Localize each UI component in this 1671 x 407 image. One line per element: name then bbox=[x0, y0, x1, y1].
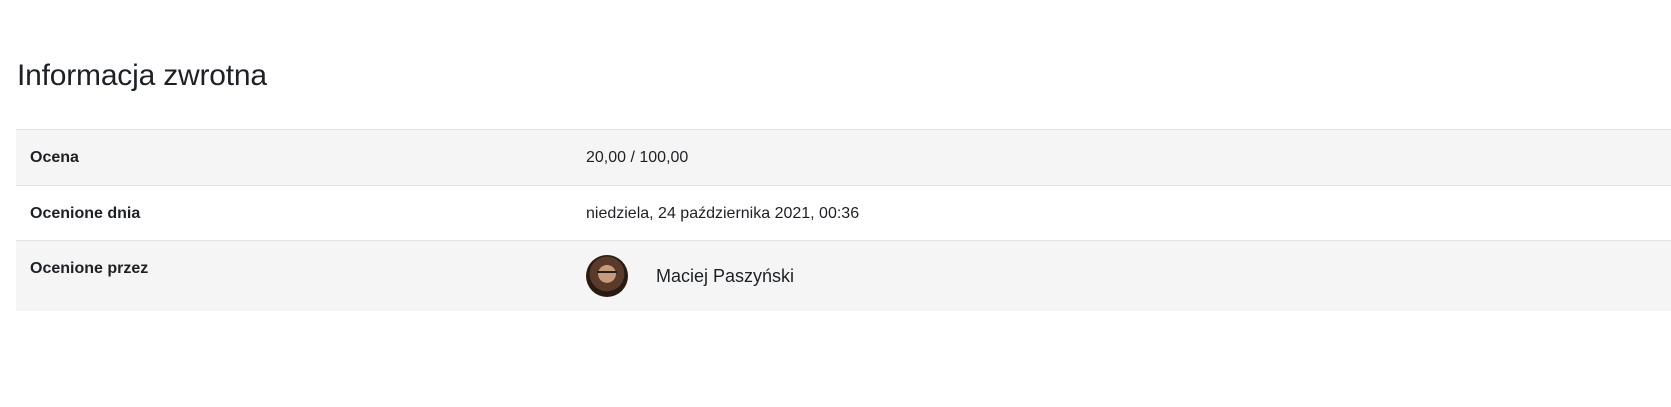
graded-by-label: Ocenione przez bbox=[30, 260, 149, 277]
table-row-graded-by: Ocenione przez Maciej Paszyński bbox=[16, 240, 1671, 311]
grade-value: 20,00 / 100,00 bbox=[586, 149, 689, 166]
table-row-grade: Ocena 20,00 / 100,00 bbox=[16, 129, 1671, 186]
table-row-graded-on: Ocenione dnia niedziela, 24 października… bbox=[16, 185, 1671, 241]
grader-name: Maciej Paszyński bbox=[656, 265, 795, 286]
avatar[interactable] bbox=[586, 255, 628, 297]
avatar-glasses-icon bbox=[597, 271, 617, 278]
grade-label: Ocena bbox=[30, 149, 79, 166]
graded-on-value: niedziela, 24 października 2021, 00:36 bbox=[586, 205, 860, 222]
graded-by-cell: Maciej Paszyński bbox=[572, 241, 1671, 311]
graded-on-label: Ocenione dnia bbox=[30, 205, 141, 222]
page-title: Informacja zwrotna bbox=[17, 59, 267, 92]
feedback-table: Ocena 20,00 / 100,00 Ocenione dnia niedz… bbox=[16, 129, 1671, 311]
grader-profile[interactable]: Maciej Paszyński bbox=[586, 255, 1671, 297]
